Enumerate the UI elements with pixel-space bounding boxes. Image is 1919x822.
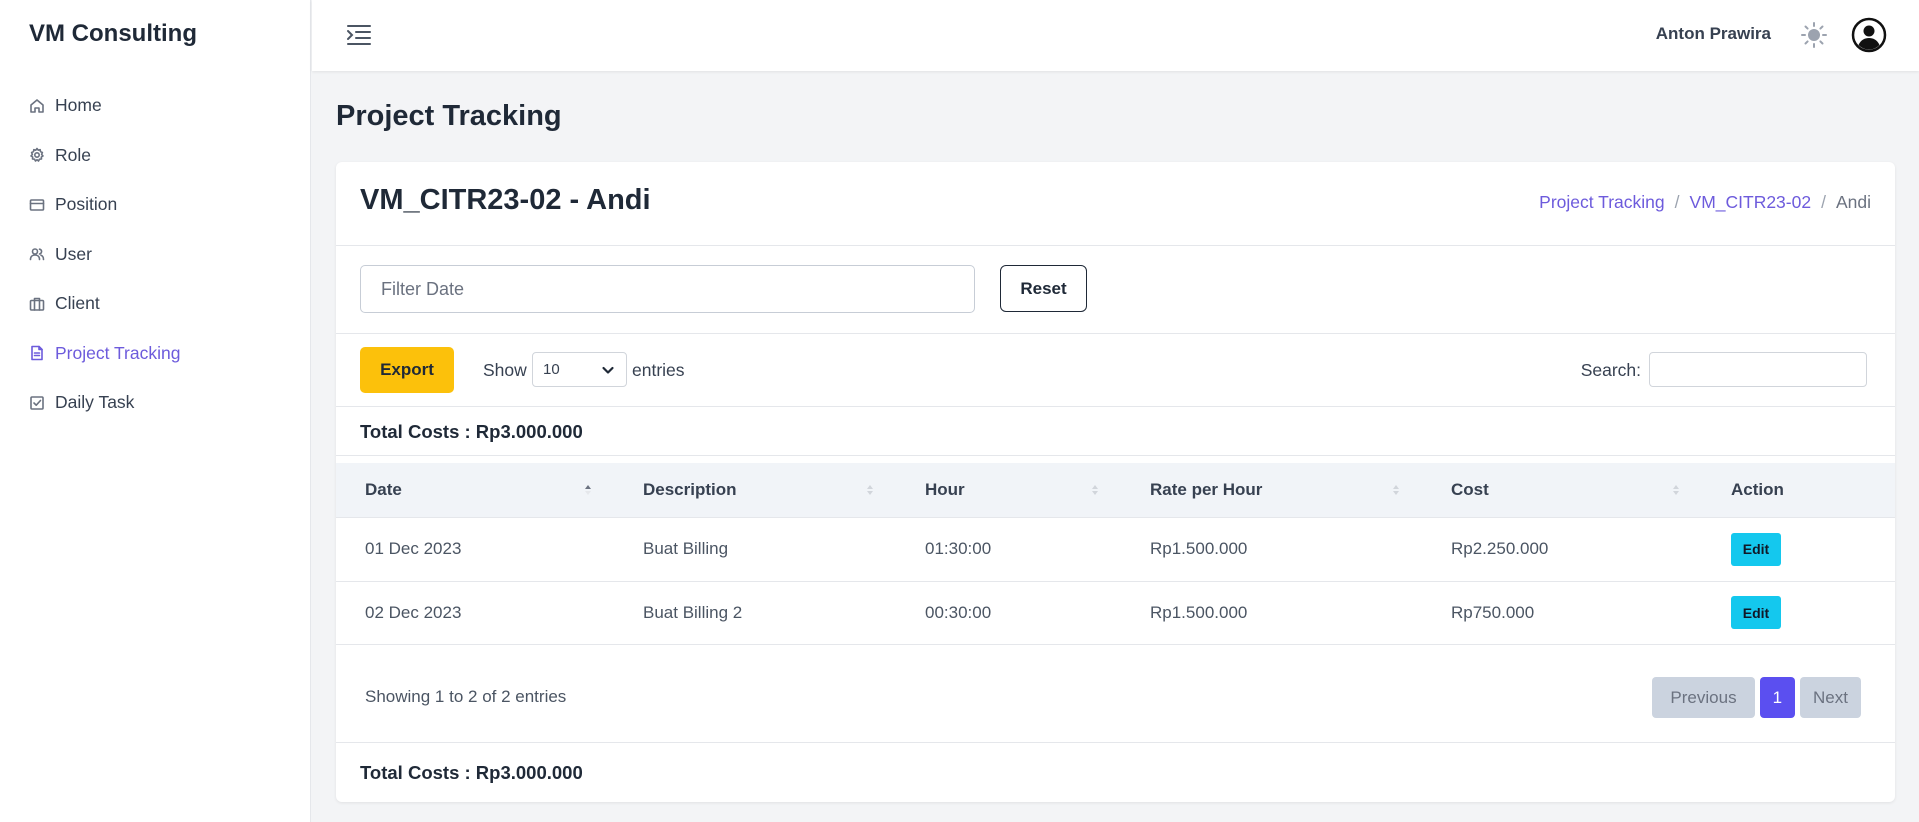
cell-date: 02 Dec 2023 — [365, 602, 462, 622]
user-name[interactable]: Anton Prawira — [1656, 24, 1771, 44]
total-costs-top: Total Costs : Rp3.000.000 — [360, 421, 583, 442]
table-row: 01 Dec 2023 Buat Billing 01:30:00 Rp1.50… — [336, 518, 1895, 582]
sun-icon[interactable] — [1800, 21, 1828, 49]
project-card: VM_CITR23-02 - Andi Project Tracking / V… — [336, 162, 1895, 802]
cell-description: Buat Billing — [643, 539, 729, 559]
column-header-label: Action — [1731, 480, 1784, 499]
breadcrumb-project-tracking[interactable]: Project Tracking — [1539, 192, 1664, 213]
divider — [336, 406, 1895, 407]
card-icon — [29, 197, 45, 213]
breadcrumb: Project Tracking / VM_CITR23-02 / Andi — [1539, 192, 1871, 213]
edit-button[interactable]: Edit — [1731, 596, 1781, 630]
users-icon — [29, 246, 45, 262]
pagination: Previous 1 Next — [1652, 677, 1861, 718]
sidebar-item-home[interactable]: Home — [29, 81, 289, 131]
tracking-table: Date Description Hour Rate per Hour Cost… — [336, 463, 1895, 645]
gear-icon — [29, 147, 45, 163]
sidebar-item-label: Position — [55, 194, 118, 215]
sidebar-item-label: Role — [55, 144, 91, 165]
cell-cost: Rp2.250.000 — [1451, 539, 1549, 559]
table-header: Date Description Hour Rate per Hour Cost… — [336, 463, 1895, 518]
sort-icon — [1091, 481, 1099, 499]
divider — [336, 245, 1895, 246]
entries-select-value: 10 — [543, 361, 560, 378]
entries-label: entries — [632, 360, 685, 380]
column-header-date[interactable]: Date — [336, 463, 614, 517]
column-header-label: Description — [643, 480, 737, 499]
document-icon — [29, 345, 45, 361]
sidebar: VM Consulting Home Role Position User Cl… — [0, 0, 311, 822]
edit-button[interactable]: Edit — [1731, 532, 1781, 566]
cell-date: 01 Dec 2023 — [365, 539, 462, 559]
top-header: Anton Prawira — [312, 0, 1919, 71]
column-header-cost[interactable]: Cost — [1422, 463, 1702, 517]
column-header-rate[interactable]: Rate per Hour — [1121, 463, 1422, 517]
pagination-info: Showing 1 to 2 of 2 entries — [365, 687, 567, 706]
column-header-label: Date — [365, 480, 402, 499]
table-row: 02 Dec 2023 Buat Billing 2 00:30:00 Rp1.… — [336, 582, 1895, 645]
sort-asc-icon — [584, 481, 592, 499]
home-icon — [29, 98, 45, 114]
brand-title: VM Consulting — [29, 20, 197, 47]
cell-action: Edit — [1702, 582, 1895, 645]
cell-action: Edit — [1702, 518, 1895, 581]
page-title: Project Tracking — [336, 100, 562, 132]
sidebar-item-label: Project Tracking — [55, 342, 181, 363]
sidebar-item-daily-task[interactable]: Daily Task — [29, 378, 289, 428]
previous-page-button[interactable]: Previous — [1652, 677, 1755, 718]
search-input[interactable] — [1649, 352, 1867, 387]
sidebar-item-label: User — [55, 243, 92, 264]
cell-cost: Rp750.000 — [1451, 602, 1535, 622]
briefcase-icon — [29, 296, 45, 312]
sidebar-item-label: Daily Task — [55, 392, 135, 413]
divider — [336, 742, 1895, 743]
sort-icon — [1392, 481, 1400, 499]
entries-select[interactable]: 10 — [532, 352, 627, 387]
user-avatar-icon[interactable] — [1851, 17, 1887, 53]
total-costs-bottom: Total Costs : Rp3.000.000 — [360, 762, 583, 783]
sort-icon — [1672, 481, 1680, 499]
search-label: Search: — [1580, 360, 1641, 380]
column-header-label: Cost — [1451, 480, 1489, 499]
cell-hour: 00:30:00 — [925, 602, 992, 622]
sort-icon — [866, 481, 874, 499]
sidebar-item-label: Client — [55, 293, 100, 314]
sidebar-item-client[interactable]: Client — [29, 279, 289, 329]
filter-date-input[interactable] — [360, 265, 975, 313]
breadcrumb-separator: / — [1674, 192, 1680, 212]
column-header-label: Hour — [925, 480, 965, 499]
column-header-action: Action — [1702, 463, 1895, 517]
checkbox-icon — [29, 395, 45, 411]
sidebar-nav: Home Role Position User Client Project T… — [29, 81, 289, 428]
next-page-button[interactable]: Next — [1800, 677, 1861, 718]
cell-rate: Rp1.500.000 — [1150, 539, 1248, 559]
column-header-hour[interactable]: Hour — [896, 463, 1121, 517]
cell-rate: Rp1.500.000 — [1150, 602, 1248, 622]
divider — [336, 333, 1895, 334]
chevron-down-icon — [602, 366, 614, 374]
breadcrumb-separator: / — [1821, 192, 1826, 212]
breadcrumb-current: Andi — [1835, 192, 1871, 212]
divider — [336, 455, 1895, 456]
sidebar-item-user[interactable]: User — [29, 230, 289, 280]
column-header-label: Rate per Hour — [1150, 480, 1263, 499]
cell-hour: 01:30:00 — [925, 539, 992, 559]
export-button[interactable]: Export — [360, 347, 454, 393]
column-header-description[interactable]: Description — [614, 463, 896, 517]
sidebar-item-label: Home — [55, 95, 102, 116]
card-title: VM_CITR23-02 - Andi — [360, 184, 651, 216]
reset-button[interactable]: Reset — [1000, 265, 1087, 312]
sidebar-item-position[interactable]: Position — [29, 180, 289, 230]
breadcrumb-project-code[interactable]: VM_CITR23-02 — [1690, 192, 1812, 213]
menu-toggle-icon[interactable] — [345, 21, 373, 49]
page-button-1[interactable]: 1 — [1759, 677, 1796, 718]
cell-description: Buat Billing 2 — [643, 602, 743, 622]
sidebar-item-project-tracking[interactable]: Project Tracking — [29, 329, 289, 379]
show-label: Show — [483, 360, 527, 380]
sidebar-item-role[interactable]: Role — [29, 131, 289, 181]
